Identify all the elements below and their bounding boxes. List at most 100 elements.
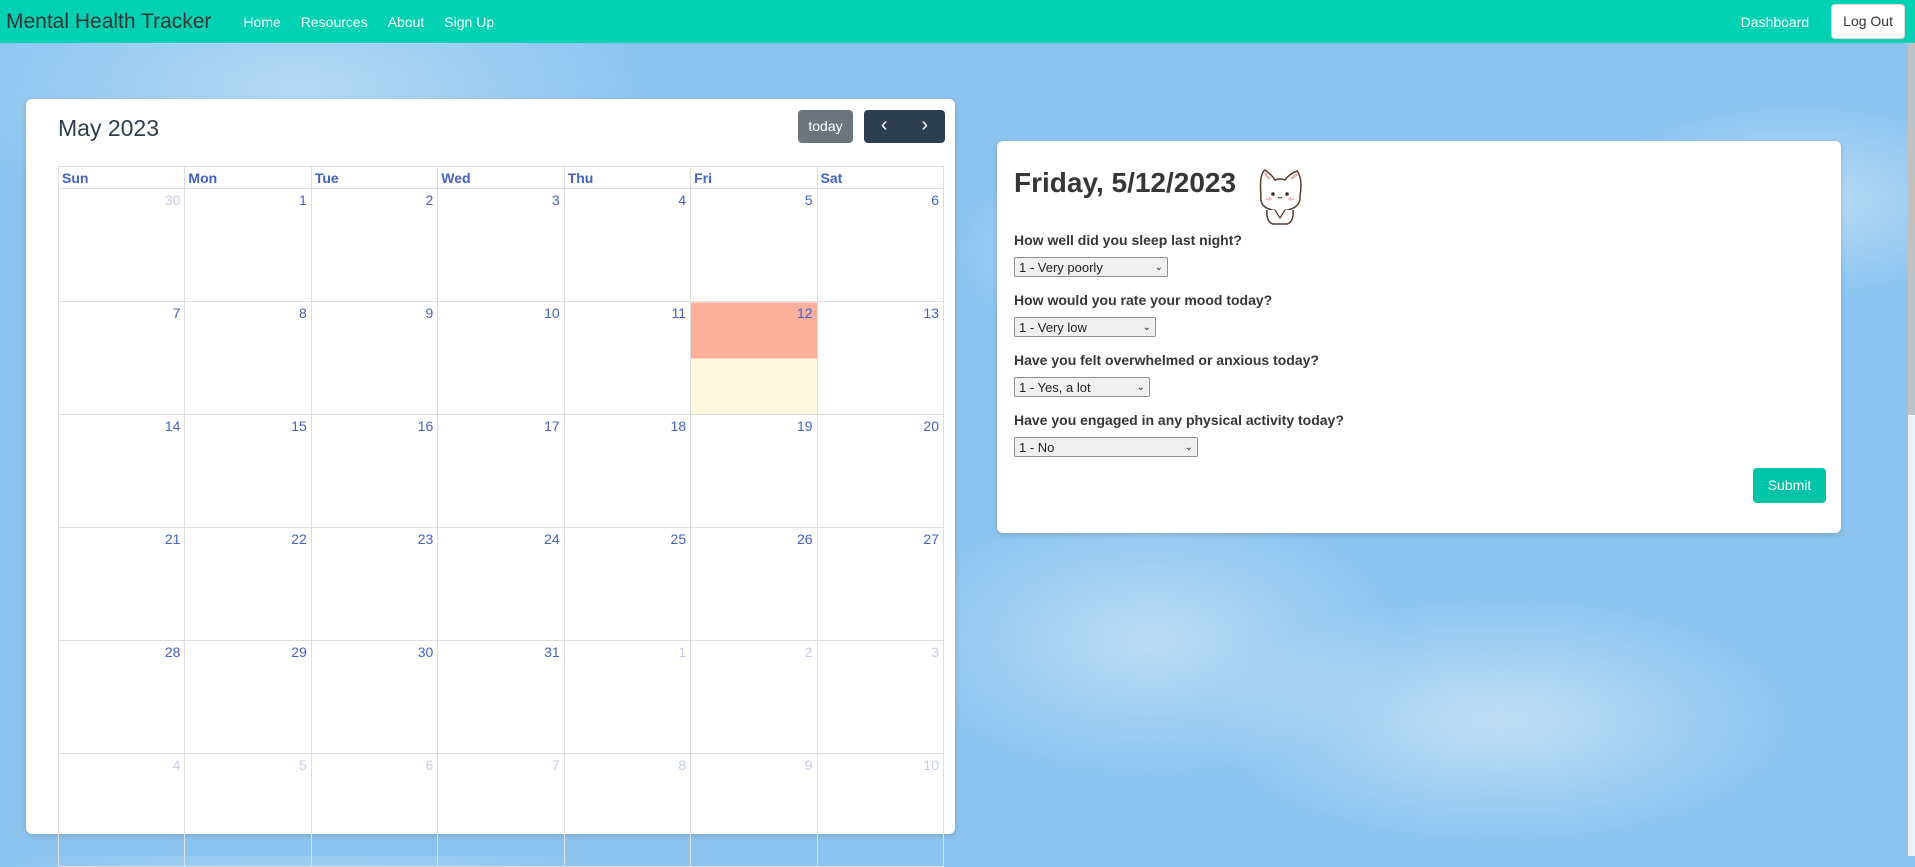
nav-signup[interactable]: Sign Up (444, 14, 494, 30)
nav-home[interactable]: Home (243, 14, 280, 30)
weekday-header-sun: Sun (57, 166, 186, 189)
calendar-day[interactable]: 16 (310, 414, 439, 528)
calendar-day[interactable]: 6 (310, 753, 439, 867)
calendar-day[interactable]: 4 (563, 188, 692, 302)
brand-title[interactable]: Mental Health Tracker (6, 10, 211, 34)
calendar-week-row: 21 22 23 24 25 26 27 (57, 527, 945, 641)
day-number: 13 (923, 305, 939, 321)
weekday-header-tue: Tue (310, 166, 439, 189)
day-number: 1 (678, 644, 687, 660)
calendar-day[interactable]: 1 (184, 188, 312, 302)
calendar-day[interactable]: 3 (437, 188, 565, 302)
calendar-day[interactable]: 24 (437, 527, 565, 641)
calendar-day[interactable]: 28 (57, 640, 186, 754)
nav-about[interactable]: About (388, 14, 425, 30)
day-number: 20 (923, 418, 939, 434)
calendar-grid: Sun Mon Tue Wed Thu Fri Sat 30 1 2 3 4 5 6 7 8 9 10 11 12 1… (57, 166, 945, 867)
nav-resources[interactable]: Resources (301, 14, 368, 30)
calendar-day[interactable]: 7 (437, 753, 565, 867)
logout-button[interactable]: Log Out (1831, 4, 1905, 39)
calendar-day[interactable]: 18 (563, 414, 692, 528)
calendar-day[interactable]: 2 (310, 188, 439, 302)
day-number: 23 (417, 531, 434, 547)
calendar-day[interactable]: 5 (690, 188, 818, 302)
calendar-card: May 2023 today ‹ › Sun Mon Tue Wed Thu Fri Sat… (26, 99, 955, 867)
sleep-question-label: How well did you sleep last night? (1014, 232, 1242, 248)
day-number: 22 (291, 531, 307, 547)
cat-mascot-icon (1259, 169, 1302, 225)
calendar-day[interactable]: 9 (310, 301, 439, 415)
day-number: 4 (172, 757, 181, 773)
day-number: 2 (425, 192, 434, 208)
calendar-day[interactable]: 30 (57, 188, 186, 302)
navbar: Mental Health Tracker Home Resources Abo… (0, 0, 1915, 43)
calendar-day[interactable]: 15 (184, 414, 312, 528)
chevron-right-icon[interactable]: › (905, 110, 946, 143)
today-button[interactable]: today (798, 110, 853, 143)
calendar-day[interactable]: 10 (437, 301, 565, 415)
calendar-day[interactable]: 30 (310, 640, 439, 754)
chevron-down-icon: ⌄ (1136, 382, 1145, 393)
mood-select[interactable]: 1 - Very low ⌄ (1014, 317, 1156, 337)
calendar-day[interactable]: 14 (57, 414, 186, 528)
calendar-day[interactable]: 17 (437, 414, 565, 528)
day-number: 29 (291, 644, 307, 660)
page-scrollbar-thumb[interactable] (1908, 43, 1915, 415)
chevron-down-icon: ⌄ (1142, 322, 1151, 333)
sleep-select[interactable]: 1 - Very poorly ⌄ (1014, 257, 1168, 277)
calendar-body: 30 1 2 3 4 5 6 7 8 9 10 11 12 13 14 15 16 17 18 19 20 21 22 23 2… (57, 188, 945, 867)
day-number: 18 (670, 418, 687, 434)
calendar-day[interactable]: 2 (690, 640, 818, 754)
chevron-left-icon[interactable]: ‹ (864, 110, 905, 143)
activity-select[interactable]: 1 - No ⌄ (1014, 437, 1198, 457)
calendar-week-row: 28 29 30 31 1 2 3 (57, 640, 945, 754)
anxiety-select[interactable]: 1 - Yes, a lot ⌄ (1014, 377, 1150, 397)
calendar-day[interactable]: 31 (437, 640, 565, 754)
calendar-day[interactable]: 19 (690, 414, 818, 528)
calendar-day[interactable]: 10 (816, 753, 945, 867)
calendar-day[interactable]: 25 (563, 527, 692, 641)
calendar-day[interactable]: 6 (816, 188, 945, 302)
weekday-header-row: Sun Mon Tue Wed Thu Fri Sat (57, 166, 945, 189)
calendar-day[interactable]: 3 (816, 640, 945, 754)
calendar-day[interactable]: 8 (184, 301, 312, 415)
calendar-day[interactable]: 7 (57, 301, 186, 415)
weekday-header-mon: Mon (184, 166, 312, 189)
day-number: 8 (299, 305, 307, 321)
calendar-day[interactable]: 4 (57, 753, 186, 867)
calendar-day[interactable]: 23 (310, 527, 439, 641)
day-number: 19 (796, 418, 813, 434)
day-number: 9 (425, 305, 434, 321)
navbar-right: Dashboard Log Out (1731, 0, 1905, 43)
day-number: 12 (796, 305, 813, 321)
day-number: 3 (551, 192, 560, 208)
chevron-down-icon: ⌄ (1184, 442, 1193, 453)
day-number: 3 (931, 644, 939, 660)
submit-button[interactable]: Submit (1753, 468, 1826, 503)
anxiety-question-label: Have you felt overwhelmed or anxious tod… (1014, 352, 1319, 368)
calendar-day[interactable]: 8 (563, 753, 692, 867)
day-number: 24 (544, 531, 560, 547)
calendar-nav-group: ‹ › (864, 110, 945, 143)
day-number: 21 (164, 531, 181, 547)
calendar-day[interactable]: 29 (184, 640, 312, 754)
calendar-day[interactable]: 27 (816, 527, 945, 641)
calendar-day[interactable]: 11 (563, 301, 692, 415)
calendar-week-row: 30 1 2 3 4 5 6 (57, 188, 945, 302)
calendar-day[interactable]: 9 (690, 753, 818, 867)
calendar-day[interactable]: 1 (563, 640, 692, 754)
calendar-day[interactable]: 21 (57, 527, 186, 641)
calendar-day[interactable]: 20 (816, 414, 945, 528)
day-number: 6 (931, 192, 939, 208)
calendar-week-row: 14 15 16 17 18 19 20 (57, 414, 945, 528)
calendar-day[interactable]: 5 (184, 753, 312, 867)
calendar-day[interactable]: 13 (816, 301, 945, 415)
nav-dashboard[interactable]: Dashboard (1741, 14, 1810, 30)
activity-select-value: 1 - No (1019, 440, 1055, 455)
day-number: 26 (796, 531, 813, 547)
day-number: 31 (544, 644, 560, 660)
calendar-day-today[interactable]: 12 (690, 301, 818, 415)
calendar-day[interactable]: 22 (184, 527, 312, 641)
calendar-day[interactable]: 26 (690, 527, 818, 641)
day-number: 5 (299, 757, 307, 773)
